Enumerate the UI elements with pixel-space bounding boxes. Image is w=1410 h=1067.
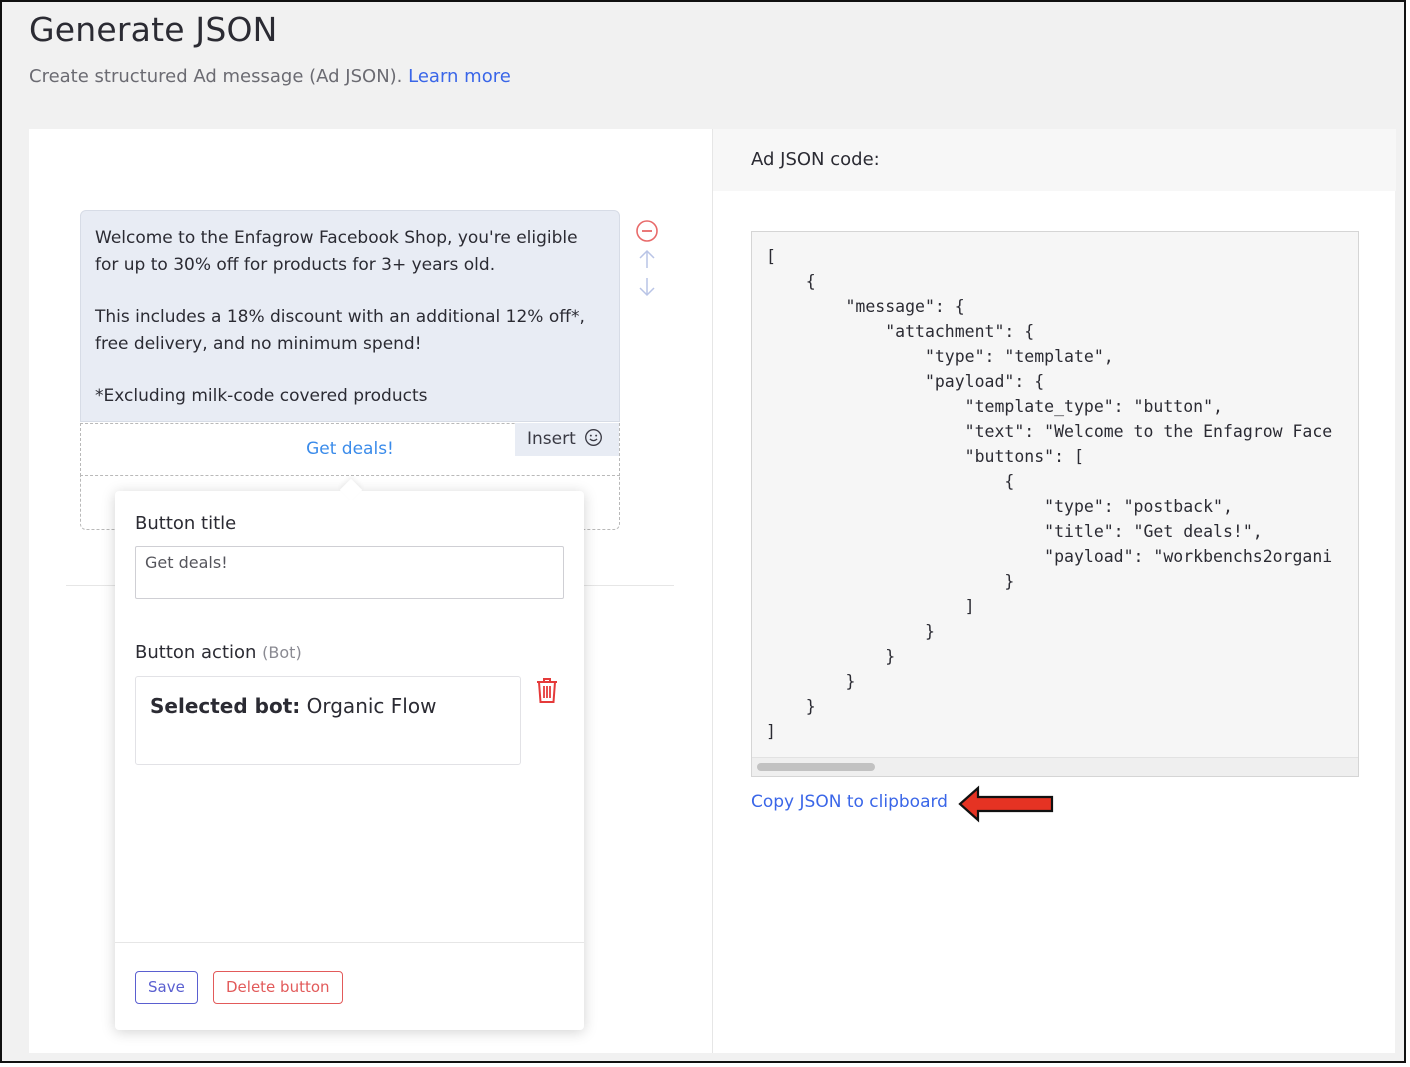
subtitle-text: Create structured Ad message (Ad JSON). bbox=[29, 66, 403, 87]
minus-circle-icon[interactable] bbox=[635, 219, 659, 243]
arrow-down-icon[interactable] bbox=[635, 275, 659, 299]
smiley-icon bbox=[585, 429, 603, 446]
json-code-text: [ { "message": { "attachment": { "type":… bbox=[766, 247, 1333, 741]
generator-card: Welcome to the Enfagrow Facebook Shop, y… bbox=[29, 129, 1396, 1053]
button-editor-popover: Button title Button action (Bot) Selecte… bbox=[115, 478, 584, 1030]
insert-label: Insert bbox=[527, 429, 576, 449]
message-controls bbox=[635, 219, 661, 303]
copy-json-link[interactable]: Copy JSON to clipboard bbox=[751, 792, 948, 812]
annotation-arrow-icon bbox=[958, 785, 1054, 823]
arrow-up-icon[interactable] bbox=[635, 247, 659, 271]
json-code-block[interactable]: [ { "message": { "attachment": { "type":… bbox=[751, 231, 1359, 777]
button-action-hint: (Bot) bbox=[262, 643, 302, 662]
message-builder: Welcome to the Enfagrow Facebook Shop, y… bbox=[29, 129, 712, 1053]
trash-icon[interactable] bbox=[534, 676, 560, 704]
message-paragraph: Welcome to the Enfagrow Facebook Shop, y… bbox=[95, 228, 578, 275]
button-title-label: Button title bbox=[135, 513, 237, 534]
selected-bot-box[interactable]: Selected bot: Organic Flow bbox=[135, 676, 521, 765]
message-button-row[interactable]: Get deals! Insert bbox=[80, 423, 620, 476]
page-subtitle: Create structured Ad message (Ad JSON). … bbox=[29, 66, 511, 87]
page-title: Generate JSON bbox=[29, 10, 278, 49]
insert-emoji-button[interactable]: Insert bbox=[515, 423, 619, 456]
json-code-pane: Ad JSON code: [ { "message": { "attachme… bbox=[712, 129, 1396, 1053]
selected-bot-prefix: Selected bot: bbox=[150, 694, 301, 718]
learn-more-link[interactable]: Learn more bbox=[408, 66, 511, 87]
message-bubble[interactable]: Welcome to the Enfagrow Facebook Shop, y… bbox=[80, 210, 620, 422]
selected-bot-name: Organic Flow bbox=[306, 694, 437, 718]
code-panel-header: Ad JSON code: bbox=[713, 129, 1396, 191]
popover-footer-divider bbox=[115, 942, 584, 943]
message-paragraph: This includes a 18% discount with an add… bbox=[95, 307, 585, 354]
message-paragraph: *Excluding milk-code covered products bbox=[95, 386, 428, 406]
button-action-label: Button action (Bot) bbox=[135, 642, 302, 663]
horizontal-scrollbar[interactable] bbox=[752, 757, 1358, 776]
scrollbar-thumb[interactable] bbox=[757, 763, 875, 771]
button-action-text: Button action bbox=[135, 642, 257, 663]
delete-button[interactable]: Delete button bbox=[213, 971, 343, 1004]
save-button[interactable]: Save bbox=[135, 971, 198, 1004]
app-frame: Generate JSON Create structured Ad messa… bbox=[0, 0, 1406, 1063]
button-title-input[interactable] bbox=[135, 546, 564, 599]
